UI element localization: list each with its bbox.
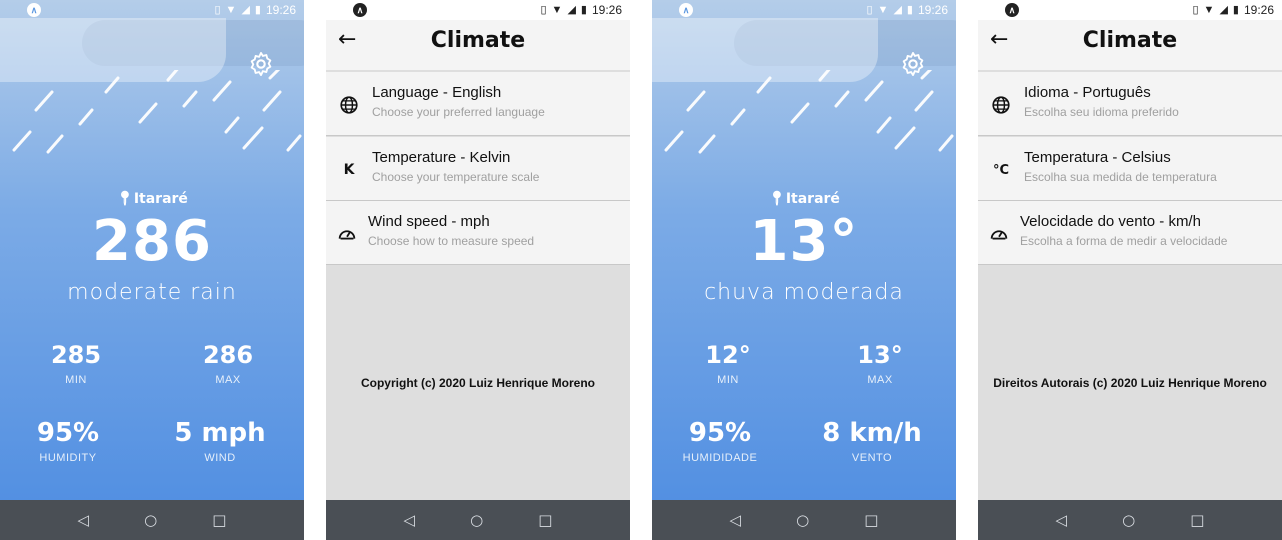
option-title: Idioma - Português [1024,84,1151,101]
wind-speed-option[interactable]: Velocidade do vento - km/h Escolha a for… [978,201,1282,265]
page-title: Climate [430,28,526,53]
celsius-icon: °C [992,162,1010,178]
option-subtitle: Escolha a forma de medir a velocidade [1020,234,1228,248]
current-temperature: 13° [749,209,859,274]
nav-bar: ◁ ○ □ [652,500,956,540]
vibrate-icon: ▯ [214,3,221,16]
weather-screen-en: ∧ ▯ ▼ ◢ ▮ 19:26 📍︎Itararé 286 moderate r… [0,0,304,540]
settings-screen-pt: ∧ ▯ ▼ ◢ ▮ 19:26 ← Climate Idioma - Portu… [978,0,1282,540]
settings-header: ← Climate [326,20,630,70]
temperature-option[interactable]: °C Temperatura - Celsius Escolha sua med… [978,137,1282,201]
status-bar: ∧ ▯ ▼ ◢ ▮ 19:26 [0,0,304,20]
rain-streaks [12,70,302,154]
copyright-text: Copyright (c) 2020 Luiz Henrique Moreno [360,376,596,390]
weather-description: moderate rain [67,280,237,305]
gear-icon[interactable] [899,50,927,78]
option-subtitle: Choose your preferred language [372,105,545,119]
home-nav-icon[interactable]: ○ [1122,511,1135,529]
nav-bar: ◁ ○ □ [0,500,304,540]
status-bar: ∧ ▯ ▼ ◢ ▮ 19:26 [978,0,1282,20]
current-temperature: 286 [92,209,212,274]
globe-icon [992,96,1010,114]
signal-icon: ◢ [241,3,250,16]
city-name: 📍︎Itararé [116,191,188,207]
humidity: 95% HUMIDITY [36,418,100,464]
home-nav-icon[interactable]: ○ [470,511,483,529]
signal-icon: ◢ [1219,3,1228,16]
weather-screen-pt: ∧ ▯ ▼ ◢ ▮ 19:26 📍︎Itararé 13° chuva mode… [652,0,956,540]
min-temperature: 285 MIN [50,341,102,386]
app-notification-icon: ∧ [679,3,693,17]
city-name: 📍︎Itararé [768,191,840,207]
nav-bar: ◁ ○ □ [326,500,630,540]
back-nav-icon[interactable]: ◁ [78,511,90,529]
settings-header: ← Climate [978,20,1282,70]
kelvin-icon: K [343,162,355,178]
vibrate-icon: ▯ [540,3,547,16]
max-temperature: 286 MAX [202,341,254,386]
weather-description: chuva moderada [704,280,904,305]
wifi-icon: ▼ [877,3,889,16]
option-title: Temperature - Kelvin [372,149,511,166]
max-temperature: 13° MAX [857,341,903,386]
wifi-icon: ▼ [225,3,237,16]
option-subtitle: Escolha sua medida de temperatura [1024,170,1217,184]
back-nav-icon[interactable]: ◁ [404,511,416,529]
globe-icon [340,96,358,114]
back-nav-icon[interactable]: ◁ [1056,511,1068,529]
app-notification-icon: ∧ [353,3,367,17]
wifi-icon: ▼ [1203,3,1215,16]
signal-icon: ◢ [893,3,902,16]
recents-nav-icon[interactable]: □ [538,511,552,529]
wind-speed-option[interactable]: Wind speed - mph Choose how to measure s… [326,201,630,265]
option-subtitle: Choose your temperature scale [372,170,540,184]
back-nav-icon[interactable]: ◁ [730,511,742,529]
clock: 19:26 [265,3,296,17]
option-subtitle: Choose how to measure speed [368,234,535,248]
wifi-icon: ▼ [551,3,563,16]
option-title: Wind speed - mph [368,213,490,230]
speedometer-icon [990,230,1008,240]
vibrate-icon: ▯ [866,3,873,16]
recents-nav-icon[interactable]: □ [1190,511,1204,529]
location-pin-icon: 📍︎ [116,191,134,207]
clock: 19:26 [591,3,622,17]
gear-icon[interactable] [247,50,275,78]
option-title: Temperatura - Celsius [1024,149,1171,166]
battery-icon: ▮ [906,3,913,16]
copyright-text: Direitos Autorais (c) 2020 Luiz Henrique… [993,376,1267,390]
home-nav-icon[interactable]: ○ [144,511,157,529]
location-pin-icon: 📍︎ [768,191,786,207]
language-option[interactable]: Idioma - Português Escolha seu idioma pr… [978,72,1282,136]
signal-icon: ◢ [567,3,576,16]
battery-icon: ▮ [580,3,587,16]
rain-streaks [664,70,954,154]
option-subtitle: Escolha seu idioma preferido [1024,105,1179,119]
min-temperature: 12° MIN [705,341,751,386]
humidity: 95% HUMIDIDADE [682,418,758,464]
status-bar: ∧ ▯ ▼ ◢ ▮ 19:26 [326,0,630,20]
option-title: Velocidade do vento - km/h [1020,213,1201,230]
language-option[interactable]: Language - English Choose your preferred… [326,72,630,136]
app-notification-icon: ∧ [27,3,41,17]
temperature-option[interactable]: K Temperature - Kelvin Choose your tempe… [326,137,630,201]
battery-icon: ▮ [254,3,261,16]
clock: 19:26 [1243,3,1274,17]
nav-bar: ◁ ○ □ [978,500,1282,540]
home-nav-icon[interactable]: ○ [796,511,809,529]
status-bar: ∧ ▯ ▼ ◢ ▮ 19:26 [652,0,956,20]
vibrate-icon: ▯ [1192,3,1199,16]
wind-speed: 5 mph WIND [174,418,266,464]
battery-icon: ▮ [1232,3,1239,16]
recents-nav-icon[interactable]: □ [864,511,878,529]
wind-speed: 8 km/h VENTO [822,418,922,464]
page-title: Climate [1082,28,1178,53]
settings-screen-en: ∧ ▯ ▼ ◢ ▮ 19:26 ← Climate Language - Eng… [326,0,630,540]
clock: 19:26 [917,3,948,17]
option-title: Language - English [372,84,502,101]
app-notification-icon: ∧ [1005,3,1019,17]
recents-nav-icon[interactable]: □ [212,511,226,529]
speedometer-icon [338,230,356,240]
